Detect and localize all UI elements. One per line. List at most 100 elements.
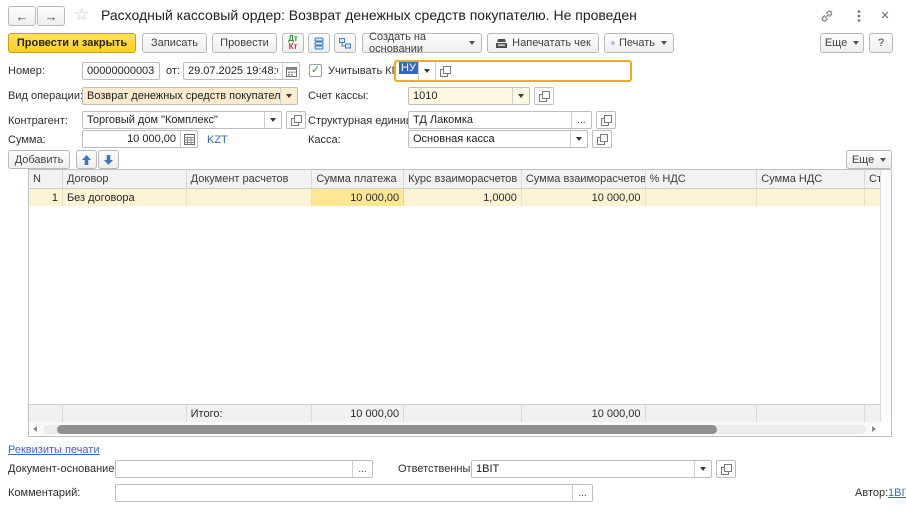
cash-account-label: Счет кассы:	[308, 90, 369, 102]
currency-link[interactable]: KZT	[207, 134, 228, 146]
cash-account-combo[interactable]: 1010	[408, 87, 530, 105]
column-header-vat-percent[interactable]: % НДС	[646, 170, 758, 188]
back-arrow-icon: ←	[16, 9, 29, 24]
get-link-icon[interactable]	[818, 7, 836, 25]
cell-settlement-rate[interactable]: 1,0000	[404, 189, 522, 206]
vertical-scrollbar[interactable]	[880, 170, 891, 422]
counterparty-combo[interactable]: Торговый дом "Комплекс"	[82, 111, 282, 129]
print-button[interactable]: Печать	[604, 33, 674, 53]
column-header-settlement-amount[interactable]: Сумма взаиморасчетов	[522, 170, 646, 188]
calculator-button[interactable]	[180, 131, 197, 147]
arrow-up-icon	[81, 154, 92, 166]
kpn-checkbox[interactable]: ✓	[309, 64, 322, 77]
date-input[interactable]	[184, 63, 282, 79]
toolbar-more-button[interactable]: Еще	[820, 33, 864, 53]
date-field[interactable]	[183, 62, 300, 80]
move-row-up-button[interactable]	[76, 150, 97, 169]
back-button[interactable]: ←	[8, 6, 36, 26]
responsible-open-button[interactable]	[716, 460, 736, 478]
chevron-down-icon	[286, 94, 292, 98]
print-receipt-button[interactable]: Напечатать чек	[487, 33, 599, 53]
horizontal-scrollbar[interactable]	[29, 422, 880, 436]
close-button[interactable]: ×	[876, 6, 894, 24]
cashbox-combo[interactable]: Основная касса	[408, 130, 588, 148]
column-header-clipped[interactable]: Ста	[865, 170, 880, 188]
author-link[interactable]: 1BIT	[888, 487, 906, 499]
base-document-select-button[interactable]: ...	[352, 461, 372, 477]
ellipsis-icon: ...	[577, 115, 585, 126]
column-header-vat-amount[interactable]: Сумма НДС	[757, 170, 865, 188]
column-header-payment-amount[interactable]: Сумма платежа	[312, 170, 404, 188]
print-details-link[interactable]: Реквизиты печати	[8, 444, 99, 456]
cell-vat-amount[interactable]	[757, 189, 865, 206]
base-document-input[interactable]	[116, 461, 352, 477]
cashbox-dropdown-button[interactable]	[570, 131, 587, 147]
column-header-settlement-doc[interactable]: Документ расчетов	[187, 170, 313, 188]
cell-vat-percent[interactable]	[646, 189, 758, 206]
cashbox-open-button[interactable]	[592, 130, 612, 148]
number-label: Номер:	[8, 65, 45, 77]
operation-combo[interactable]: Возврат денежных средств покупателю	[82, 87, 298, 105]
calendar-picker-button[interactable]	[282, 63, 299, 79]
number-input[interactable]	[83, 63, 159, 79]
favorite-star-icon[interactable]: ☆	[74, 5, 89, 25]
structural-unit-select-button[interactable]: ...	[571, 112, 591, 128]
kpn-open-button[interactable]	[435, 62, 455, 80]
cell-settlement-amount[interactable]: 10 000,00	[522, 189, 646, 206]
column-header-contract[interactable]: Договор	[63, 170, 187, 188]
items-more-button[interactable]: Еще	[846, 150, 892, 169]
forward-button[interactable]: →	[37, 6, 65, 26]
scroll-right-button[interactable]	[868, 426, 880, 432]
cash-account-open-button[interactable]	[534, 87, 554, 105]
cell-settlement-doc[interactable]	[187, 189, 313, 206]
comment-input[interactable]	[116, 485, 572, 501]
responsible-dropdown-button[interactable]	[694, 461, 711, 477]
items-more-label: Еще	[852, 154, 874, 166]
table-row[interactable]: 1 Без договора 10 000,00 1,0000 10 000,0…	[29, 189, 880, 206]
number-field[interactable]	[82, 62, 160, 80]
document-list-icon	[313, 37, 325, 50]
responsible-value: 1BIT	[472, 461, 694, 477]
add-row-button[interactable]: Добавить	[8, 150, 70, 169]
related-documents-button[interactable]	[308, 33, 330, 53]
counterparty-open-button[interactable]	[286, 111, 306, 129]
structural-unit-field[interactable]: ТД Лакомка ...	[408, 111, 592, 129]
comment-select-button[interactable]: ...	[572, 485, 592, 501]
column-header-n[interactable]: N	[29, 170, 63, 188]
kpn-selected-text: НУ	[399, 62, 418, 74]
cell-n[interactable]: 1	[29, 189, 63, 206]
structural-unit-open-button[interactable]	[596, 111, 616, 129]
cell-clipped[interactable]	[865, 189, 880, 206]
operation-dropdown-button[interactable]	[280, 88, 297, 104]
comment-field[interactable]: ...	[115, 484, 593, 502]
comment-label: Комментарий:	[8, 487, 80, 499]
totals-empty-contract	[63, 405, 187, 422]
scroll-left-button[interactable]	[29, 426, 41, 432]
amount-label: Сумма:	[8, 134, 46, 146]
scrollbar-track[interactable]	[43, 425, 866, 434]
post-and-close-button[interactable]: Провести и закрыть	[8, 33, 136, 53]
help-button[interactable]: ?	[869, 33, 893, 53]
document-structure-button[interactable]	[334, 33, 356, 53]
show-postings-button[interactable]: Дт Кт	[282, 33, 304, 53]
cell-contract[interactable]: Без договора	[63, 189, 187, 206]
move-row-down-button[interactable]	[98, 150, 119, 169]
amount-input[interactable]	[83, 131, 180, 147]
post-button[interactable]: Провести	[212, 33, 277, 53]
responsible-combo[interactable]: 1BIT	[471, 460, 712, 478]
print-receipt-label: Напечатать чек	[512, 37, 591, 49]
printer-icon	[611, 37, 615, 49]
scrollbar-thumb[interactable]	[57, 425, 717, 434]
base-document-field[interactable]: ...	[115, 460, 373, 478]
window-menu-button[interactable]	[850, 7, 868, 25]
save-button[interactable]: Записать	[142, 33, 207, 53]
counterparty-dropdown-button[interactable]	[264, 112, 281, 128]
kpn-dropdown-button[interactable]	[418, 62, 435, 80]
kpn-combo-focused[interactable]: НУ	[394, 60, 632, 82]
cell-payment-amount[interactable]: 10 000,00	[312, 189, 404, 206]
chevron-down-icon	[880, 158, 886, 162]
create-based-on-button[interactable]: Создать на основании	[362, 33, 482, 53]
cash-account-dropdown-button[interactable]	[512, 88, 529, 104]
column-header-settlement-rate[interactable]: Курс взаиморасчетов	[404, 170, 522, 188]
amount-field[interactable]	[82, 130, 198, 148]
